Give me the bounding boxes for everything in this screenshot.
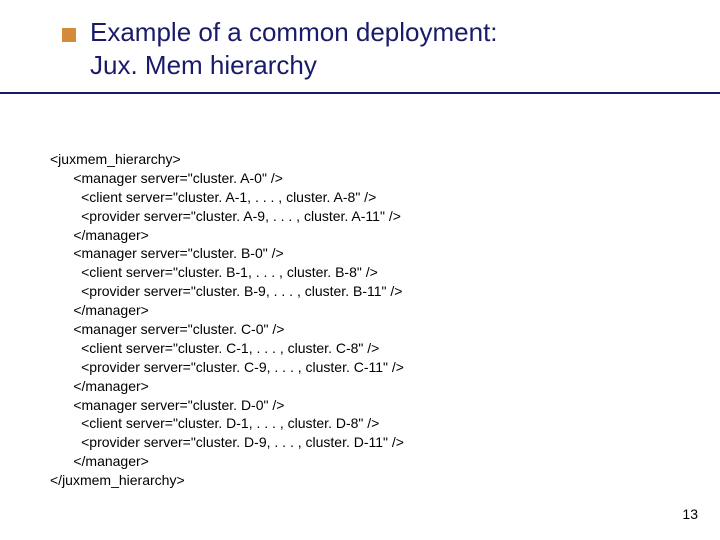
code-manager-b-open: <manager server="cluster. B-0" /> [73,245,283,261]
code-root-close: </juxmem_hierarchy> [50,472,185,488]
page-number: 13 [682,506,698,522]
code-manager-d-client: <client server="cluster. D-1, . . . , cl… [81,415,379,431]
code-manager-a-close: </manager> [73,227,149,243]
title-line-2: Jux. Mem hierarchy [90,49,680,82]
code-manager-a-open: <manager server="cluster. A-0" /> [73,170,283,186]
code-manager-b-close: </manager> [73,302,149,318]
title-bullet [62,28,76,42]
code-manager-a-provider: <provider server="cluster. A-9, . . . , … [81,208,401,224]
code-manager-c-provider: <provider server="cluster. C-9, . . . , … [81,359,404,375]
title-line-1: Example of a common deployment: [90,16,680,49]
code-manager-a-client: <client server="cluster. A-1, . . . , cl… [81,189,376,205]
xml-code-block: <juxmem_hierarchy> <manager server="clus… [50,150,404,490]
code-manager-d-provider: <provider server="cluster. D-9, . . . , … [81,434,404,450]
slide-title: Example of a common deployment: Jux. Mem… [90,16,680,81]
code-manager-c-client: <client server="cluster. C-1, . . . , cl… [81,340,379,356]
code-manager-c-close: </manager> [73,378,149,394]
code-manager-b-provider: <provider server="cluster. B-9, . . . , … [81,283,402,299]
title-underline [0,92,720,94]
code-manager-d-close: </manager> [73,453,149,469]
code-manager-b-client: <client server="cluster. B-1, . . . , cl… [81,264,378,280]
code-manager-d-open: <manager server="cluster. D-0" /> [73,397,284,413]
code-root-open: <juxmem_hierarchy> [50,151,181,167]
code-manager-c-open: <manager server="cluster. C-0" /> [73,321,284,337]
